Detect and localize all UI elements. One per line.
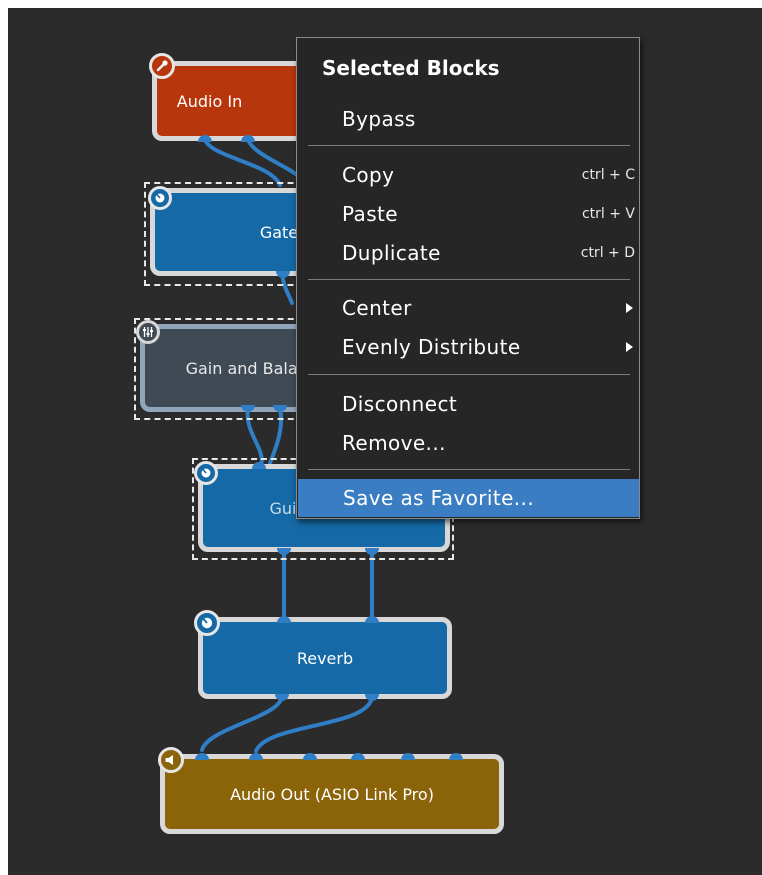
menu-item-copy[interactable]: Copy ctrl + C: [297, 157, 639, 193]
audio-in-output-port[interactable]: [198, 135, 212, 142]
menu-item-paste[interactable]: Paste ctrl + V: [297, 196, 639, 232]
reverb-input-port[interactable]: [365, 616, 379, 623]
gain-and-balance-block[interactable]: Gain and Balance: [140, 324, 310, 412]
audio-out-label: Audio Out (ASIO Link Pro): [230, 784, 434, 804]
menu-heading: Selected Blocks: [322, 56, 500, 80]
menu-item-bypass[interactable]: Bypass: [297, 101, 639, 137]
submenu-arrow-icon: [626, 303, 633, 313]
shortcut-paste: ctrl + V: [581, 206, 635, 222]
audio-out-input-port[interactable]: [195, 753, 209, 760]
audio-out-input-port[interactable]: [351, 753, 365, 760]
audio-in-label: Audio In: [176, 91, 243, 111]
audio-out-input-port[interactable]: [449, 753, 463, 760]
gate-label: Gate: [259, 222, 299, 242]
menu-item-save-as-favorite[interactable]: Save as Favorite...: [298, 479, 639, 517]
context-menu: Selected Blocks Bypass Copy ctrl + C Pas…: [296, 37, 640, 519]
menu-item-evenly-distribute[interactable]: Evenly Distribute: [297, 329, 639, 365]
knob-icon: [194, 610, 220, 636]
patch-canvas[interactable]: Audio In Gate Gain and Balance Guitar Ef…: [8, 8, 762, 875]
gate-block[interactable]: Gate: [150, 188, 320, 276]
mixer-sliders-icon: [136, 320, 160, 344]
menu-separator: [308, 469, 630, 470]
wire-reverb-out-1: [200, 695, 284, 752]
audio-out-input-port[interactable]: [401, 753, 415, 760]
microphone-icon: [149, 53, 175, 79]
speaker-icon: [158, 747, 184, 773]
menu-item-duplicate[interactable]: Duplicate ctrl + D: [297, 235, 639, 271]
wire-reverb-out-2: [254, 695, 374, 753]
menu-item-disconnect[interactable]: Disconnect: [297, 386, 639, 422]
knob-icon: [194, 461, 218, 485]
guitar-input-port[interactable]: [252, 462, 266, 469]
gain-and-balance-label: Gain and Balance: [185, 358, 305, 378]
menu-item-remove[interactable]: Remove...: [297, 425, 639, 461]
wire-audioin-gate-1: [203, 138, 282, 187]
reverb-label: Reverb: [296, 648, 354, 668]
menu-separator: [308, 374, 630, 375]
shortcut-duplicate: ctrl + D: [580, 245, 635, 261]
reverb-input-port[interactable]: [277, 616, 291, 623]
menu-item-center[interactable]: Center: [297, 290, 639, 326]
menu-separator: [308, 145, 630, 146]
knob-icon: [148, 186, 172, 210]
submenu-arrow-icon: [626, 342, 633, 352]
menu-separator: [308, 279, 630, 280]
shortcut-copy: ctrl + C: [581, 167, 635, 183]
audio-in-output-port[interactable]: [241, 135, 255, 142]
audio-out-block[interactable]: Audio Out (ASIO Link Pro): [160, 754, 504, 834]
audio-out-input-port[interactable]: [249, 753, 263, 760]
reverb-block[interactable]: Reverb: [198, 617, 452, 699]
audio-out-input-port[interactable]: [303, 753, 317, 760]
